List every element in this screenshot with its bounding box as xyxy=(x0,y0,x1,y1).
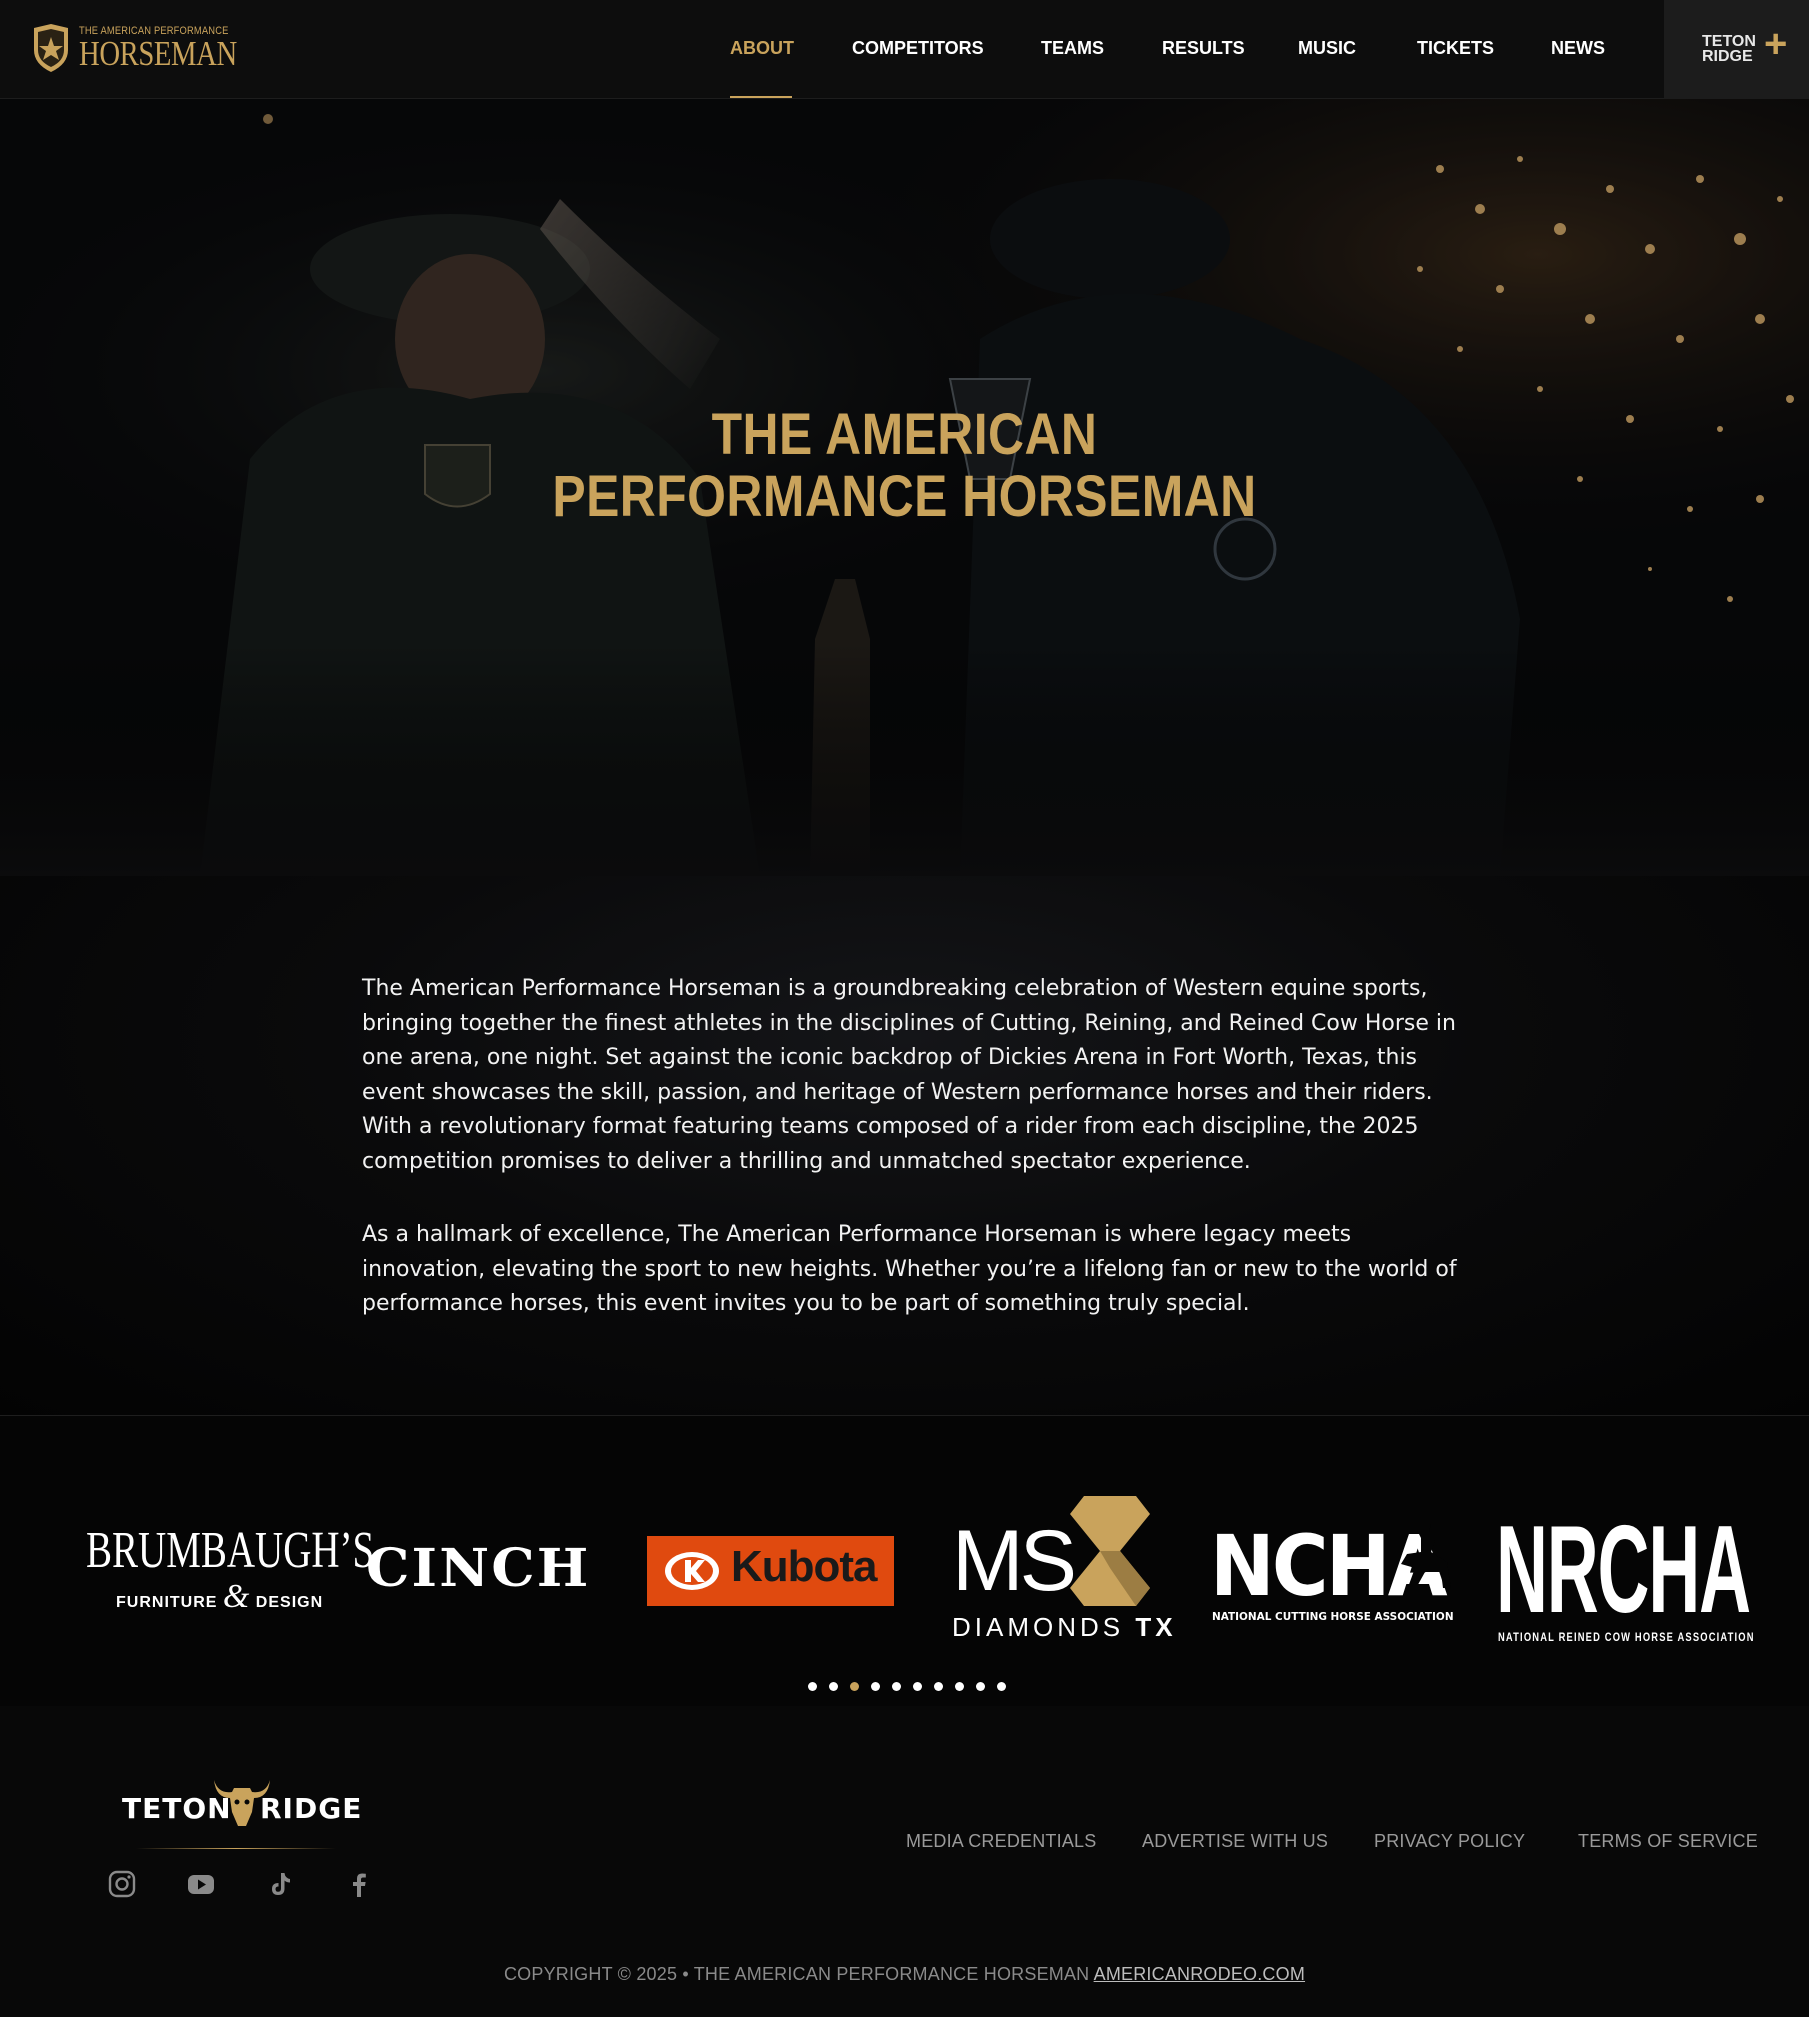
teton-ridge-plus-label: TETON RIDGE xyxy=(1702,33,1756,65)
about-section: The American Performance Horseman is a g… xyxy=(0,876,1809,1416)
ncha-fullname: NATIONAL CUTTING HORSE ASSOCIATION xyxy=(1212,1610,1454,1623)
nav-teams[interactable]: TEAMS xyxy=(1041,38,1104,59)
footer-link-advertise[interactable]: ADVERTISE WITH US xyxy=(1142,1831,1328,1852)
nav-competitors[interactable]: COMPETITORS xyxy=(852,38,984,59)
carousel-dot[interactable] xyxy=(829,1682,838,1691)
sponsor-kubota[interactable]: Kubota xyxy=(647,1536,894,1606)
americanrodeo-link[interactable]: AMERICANRODEO.COM xyxy=(1094,1964,1305,1984)
carousel-dot[interactable] xyxy=(955,1682,964,1691)
top-navbar: THE AMERICAN PERFORMANCE HORSEMAN ABOUT … xyxy=(0,0,1809,99)
horse-rider-icon xyxy=(1401,1520,1451,1590)
nav-music[interactable]: MUSIC xyxy=(1298,38,1356,59)
footer-link-terms-of-service[interactable]: TERMS OF SERVICE xyxy=(1578,1831,1758,1852)
diamonds-tx-label: DIAMONDS TX xyxy=(952,1612,1177,1642)
sponsor-cinch[interactable]: CINCH xyxy=(366,1534,616,1604)
kubota-emblem-icon xyxy=(665,1552,719,1590)
sponsor-carousel: BRUMBAUGH’S FURNITURE & DESIGN CINCH Kub… xyxy=(0,1416,1809,1706)
youtube-icon[interactable] xyxy=(187,1870,215,1898)
hero-banner: THE AMERICAN PERFORMANCE HORSEMAN xyxy=(0,99,1809,876)
carousel-dot[interactable] xyxy=(808,1682,817,1691)
nrcha-wordmark: NRCHA xyxy=(1496,1501,1751,1639)
logo-divider xyxy=(136,1848,336,1849)
hero-title: THE AMERICAN PERFORMANCE HORSEMAN xyxy=(552,402,1257,529)
carousel-dot[interactable] xyxy=(871,1682,880,1691)
sponsor-brumbaughs[interactable]: BRUMBAUGH’S FURNITURE & DESIGN xyxy=(86,1522,375,1616)
star-shield-icon xyxy=(34,24,68,72)
about-paragraph-2: As a hallmark of excellence, The America… xyxy=(362,1222,1457,1316)
tiktok-icon[interactable] xyxy=(266,1870,294,1898)
ms-wordmark: MS xyxy=(952,1513,1077,1609)
carousel-pagination xyxy=(808,1682,1006,1691)
carousel-dot[interactable] xyxy=(913,1682,922,1691)
facebook-icon[interactable] xyxy=(345,1870,373,1898)
brumbaughs-wordmark: BRUMBAUGH’S xyxy=(86,1522,375,1579)
footer-link-privacy-policy[interactable]: PRIVACY POLICY xyxy=(1374,1831,1525,1852)
sponsor-ms-diamonds[interactable]: MS DIAMONDS TX xyxy=(950,1496,1173,1646)
cinch-wordmark: CINCH xyxy=(366,1538,591,1599)
sponsor-ncha[interactable]: NCHA NATIONAL CUTTING HORSE ASSOCIATION xyxy=(1210,1520,1460,1634)
instagram-icon[interactable] xyxy=(108,1870,136,1898)
site-logo[interactable]: THE AMERICAN PERFORMANCE HORSEMAN xyxy=(30,22,271,74)
sponsor-nrcha[interactable]: NRCHA NATIONAL REINED COW HORSE ASSOCIAT… xyxy=(1496,1501,1753,1644)
footer-teton-ridge-logo[interactable]: TETON RIDGE xyxy=(122,1776,362,1850)
footer-link-media-credentials[interactable]: MEDIA CREDENTIALS xyxy=(906,1831,1096,1852)
carousel-dot-active[interactable] xyxy=(850,1682,859,1691)
nav-tickets[interactable]: TICKETS xyxy=(1417,38,1494,59)
copyright-notice: COPYRIGHT © 2025 • THE AMERICAN PERFORMA… xyxy=(503,1964,1306,1984)
teton-ridge-plus-button[interactable]: TETON RIDGE + xyxy=(1664,0,1809,99)
nav-results[interactable]: RESULTS xyxy=(1162,38,1245,59)
kubota-wordmark: Kubota xyxy=(731,1542,878,1591)
about-paragraph-1: The American Performance Horseman is a g… xyxy=(362,976,1456,1174)
nav-active-indicator xyxy=(730,96,792,98)
diamond-x-icon xyxy=(1070,1496,1150,1606)
carousel-dot[interactable] xyxy=(976,1682,985,1691)
carousel-dot[interactable] xyxy=(934,1682,943,1691)
nav-about[interactable]: ABOUT xyxy=(730,38,794,59)
carousel-dot[interactable] xyxy=(892,1682,901,1691)
logo-wordmark: HORSEMAN xyxy=(79,34,237,73)
plus-icon: + xyxy=(1764,22,1788,66)
nav-news[interactable]: NEWS xyxy=(1551,38,1605,59)
carousel-dot[interactable] xyxy=(997,1682,1006,1691)
nrcha-fullname: NATIONAL REINED COW HORSE ASSOCIATION xyxy=(1498,1630,1755,1644)
